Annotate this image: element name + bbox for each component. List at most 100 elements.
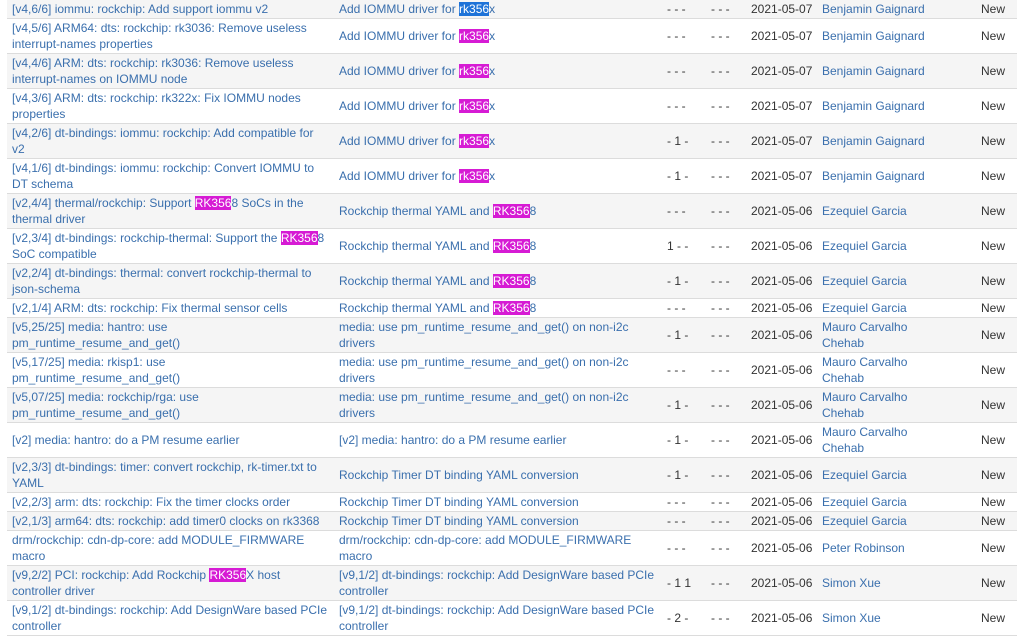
table-row[interactable]: [v2,3/4] dt-bindings: rockchip-thermal: … [7,228,1017,264]
table-row[interactable]: [v4,6/6] iommu: rockchip: Add support io… [7,0,1017,19]
submitter-link[interactable]: Mauro Carvalho Chehab [822,390,907,420]
patch-name-link[interactable]: [v2,2/3] arm: dts: rockchip: Fix the tim… [12,495,290,509]
submitter-link[interactable]: Simon Xue [822,611,881,625]
patch-name-link[interactable]: [v4,1/6] dt-bindings: iommu: rockchip: C… [12,161,314,191]
submitter[interactable]: Ezequiel Garcia [817,457,937,493]
submitter[interactable]: Benjamin Gaignard [817,53,937,89]
series-link[interactable]: Add IOMMU driver for rk356x [339,134,495,148]
series-link[interactable]: drm/rockchip: cdn-dp-core: add MODULE_FI… [339,533,631,563]
submitter-link[interactable]: Ezequiel Garcia [822,301,907,315]
submitter-link[interactable]: Ezequiel Garcia [822,468,907,482]
submitter-link[interactable]: Benjamin Gaignard [822,64,925,78]
table-row[interactable]: [v9,1/2] dt-bindings: rockchip: Add Desi… [7,600,1017,636]
submitter-link[interactable]: Mauro Carvalho Chehab [822,320,907,350]
series-link[interactable]: Rockchip thermal YAML and RK3568 [339,301,536,315]
submitter-link[interactable]: Ezequiel Garcia [822,204,907,218]
submitter-link[interactable]: Ezequiel Garcia [822,495,907,509]
series-link[interactable]: Add IOMMU driver for rk356x [339,2,495,16]
series-link[interactable]: Rockchip Timer DT binding YAML conversio… [339,468,579,482]
series-link[interactable]: media: use pm_runtime_resume_and_get() o… [339,390,629,420]
series-link[interactable]: Add IOMMU driver for rk356x [339,169,495,183]
table-row[interactable]: [v2,2/3] arm: dts: rockchip: Fix the tim… [7,492,1017,512]
patch-name-link[interactable]: [v5,17/25] media: rkisp1: use pm_runtime… [12,355,180,385]
submitter-link[interactable]: Ezequiel Garcia [822,514,907,528]
patch-name-link[interactable]: [v9,2/2] PCI: rockchip: Add Rockchip RK3… [12,568,280,598]
series-link[interactable]: media: use pm_runtime_resume_and_get() o… [339,320,629,350]
submitter-link[interactable]: Mauro Carvalho Chehab [822,355,907,385]
submitter-link[interactable]: Benjamin Gaignard [822,169,925,183]
submitter-link[interactable]: Mauro Carvalho Chehab [822,425,907,455]
patch-name-link[interactable]: [v2,1/4] ARM: dts: rockchip: Fix thermal… [12,301,287,315]
submitter[interactable]: Ezequiel Garcia [817,228,937,264]
submitter-link[interactable]: Benjamin Gaignard [822,2,925,16]
series-link[interactable]: Rockchip thermal YAML and RK3568 [339,239,536,253]
submitter-link[interactable]: Peter Robinson [822,541,905,555]
submitter[interactable]: Mauro Carvalho Chehab [817,422,937,458]
submitter-link[interactable]: Simon Xue [822,576,881,590]
table-row[interactable]: [v4,5/6] ARM64: dts: rockchip: rk3036: R… [7,18,1017,54]
submitter[interactable]: Ezequiel Garcia [817,511,937,531]
patch-name-link[interactable]: [v2] media: hantro: do a PM resume earli… [12,433,239,447]
series-link[interactable]: Add IOMMU driver for rk356x [339,29,495,43]
patch-name-link[interactable]: [v5,07/25] media: rockchip/rga: use pm_r… [12,390,199,420]
submitter[interactable]: Benjamin Gaignard [817,88,937,124]
series-link[interactable]: [v9,1/2] dt-bindings: rockchip: Add Desi… [339,603,654,633]
submitter[interactable]: Mauro Carvalho Chehab [817,387,937,423]
series-link[interactable]: Rockchip thermal YAML and RK3568 [339,204,536,218]
table-row[interactable]: [v2] media: hantro: do a PM resume earli… [7,422,1017,458]
submitter[interactable]: Simon Xue [817,565,937,601]
table-row[interactable]: [v4,2/6] dt-bindings: iommu: rockchip: A… [7,123,1017,159]
series-link[interactable]: Add IOMMU driver for rk356x [339,64,495,78]
table-row[interactable]: [v4,1/6] dt-bindings: iommu: rockchip: C… [7,158,1017,194]
table-row[interactable]: [v5,07/25] media: rockchip/rga: use pm_r… [7,387,1017,423]
submitter[interactable]: Mauro Carvalho Chehab [817,317,937,353]
table-row[interactable]: [v2,1/3] arm64: dts: rockchip: add timer… [7,511,1017,531]
table-row[interactable]: [v5,17/25] media: rkisp1: use pm_runtime… [7,352,1017,388]
patch-name-link[interactable]: [v4,2/6] dt-bindings: iommu: rockchip: A… [12,126,313,156]
patch-name-link[interactable]: [v4,3/6] ARM: dts: rockchip: rk322x: Fix… [12,91,301,121]
series-link[interactable]: Rockchip Timer DT binding YAML conversio… [339,514,579,528]
table-row[interactable]: [v2,4/4] thermal/rockchip: Support RK356… [7,193,1017,229]
submitter[interactable]: Simon Xue [817,600,937,636]
table-row[interactable]: drm/rockchip: cdn-dp-core: add MODULE_FI… [7,530,1017,566]
patch-name-link[interactable]: [v2,3/4] dt-bindings: rockchip-thermal: … [12,231,324,261]
series-link[interactable]: media: use pm_runtime_resume_and_get() o… [339,355,629,385]
patch-name-link[interactable]: [v4,4/6] ARM: dts: rockchip: rk3036: Rem… [12,56,293,86]
series-link[interactable]: Add IOMMU driver for rk356x [339,99,495,113]
submitter[interactable]: Benjamin Gaignard [817,158,937,194]
patch-name-link[interactable]: [v4,6/6] iommu: rockchip: Add support io… [12,2,268,16]
table-row[interactable]: [v4,3/6] ARM: dts: rockchip: rk322x: Fix… [7,88,1017,124]
series-link[interactable]: [v9,1/2] dt-bindings: rockchip: Add Desi… [339,568,654,598]
series-link[interactable]: Rockchip Timer DT binding YAML conversio… [339,495,579,509]
submitter[interactable]: Ezequiel Garcia [817,492,937,512]
submitter[interactable]: Ezequiel Garcia [817,263,937,299]
series-link[interactable]: Rockchip thermal YAML and RK3568 [339,274,536,288]
submitter-link[interactable]: Benjamin Gaignard [822,29,925,43]
submitter[interactable]: Mauro Carvalho Chehab [817,352,937,388]
patch-name-link[interactable]: [v2,3/3] dt-bindings: timer: convert roc… [12,460,317,490]
table-row[interactable]: [v2,3/3] dt-bindings: timer: convert roc… [7,457,1017,493]
submitter[interactable]: Ezequiel Garcia [817,193,937,229]
submitter-link[interactable]: Benjamin Gaignard [822,134,925,148]
patch-name-link[interactable]: [v4,5/6] ARM64: dts: rockchip: rk3036: R… [12,21,307,51]
submitter[interactable]: Benjamin Gaignard [817,123,937,159]
table-row[interactable]: [v2,2/4] dt-bindings: thermal: convert r… [7,263,1017,299]
patch-name-link[interactable]: drm/rockchip: cdn-dp-core: add MODULE_FI… [12,533,304,563]
table-row[interactable]: [v2,1/4] ARM: dts: rockchip: Fix thermal… [7,298,1017,318]
patch-name-link[interactable]: [v9,1/2] dt-bindings: rockchip: Add Desi… [12,603,327,633]
submitter-link[interactable]: Ezequiel Garcia [822,274,907,288]
patch-name-link[interactable]: [v5,25/25] media: hantro: use pm_runtime… [12,320,180,350]
table-row[interactable]: [v4,4/6] ARM: dts: rockchip: rk3036: Rem… [7,53,1017,89]
table-row[interactable]: [v5,25/25] media: hantro: use pm_runtime… [7,317,1017,353]
patch-name-link[interactable]: [v2,2/4] dt-bindings: thermal: convert r… [12,266,311,296]
table-row[interactable]: [v9,2/2] PCI: rockchip: Add Rockchip RK3… [7,565,1017,601]
patch-name-link[interactable]: [v2,4/4] thermal/rockchip: Support RK356… [12,196,304,226]
submitter[interactable]: Benjamin Gaignard [817,18,937,54]
patch-name-link[interactable]: [v2,1/3] arm64: dts: rockchip: add timer… [12,514,319,528]
series-link[interactable]: [v2] media: hantro: do a PM resume earli… [339,433,566,447]
submitter[interactable]: Peter Robinson [817,530,937,566]
submitter[interactable]: Benjamin Gaignard [817,0,937,19]
submitter-link[interactable]: Benjamin Gaignard [822,99,925,113]
submitter[interactable]: Ezequiel Garcia [817,298,937,318]
submitter-link[interactable]: Ezequiel Garcia [822,239,907,253]
